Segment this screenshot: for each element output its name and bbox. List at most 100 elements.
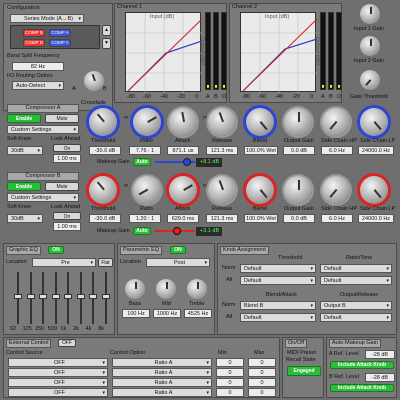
ext-source-select[interactable]: OFF bbox=[8, 368, 108, 377]
ka-threshold-alt-select[interactable]: Default bbox=[240, 276, 316, 285]
comp-a-release-knob[interactable] bbox=[208, 108, 236, 136]
comp-a-attack-value[interactable]: 871.1 us bbox=[167, 146, 199, 155]
external-control-off-button[interactable]: OFF bbox=[58, 339, 76, 347]
parametric-eq-on-button[interactable]: ON bbox=[170, 246, 186, 254]
comp-b-makeup-auto-button[interactable]: Auto bbox=[133, 227, 151, 235]
comp-a-attack-knob[interactable] bbox=[169, 108, 197, 136]
ext-source-select[interactable]: OFF bbox=[8, 378, 108, 387]
input-2-gain-knob[interactable] bbox=[360, 36, 380, 56]
ext-max-input[interactable]: 0 bbox=[248, 378, 276, 387]
ka-ratio-alt-select[interactable]: Default bbox=[320, 276, 392, 285]
comp-a-enable-button[interactable]: Enable bbox=[7, 114, 41, 123]
comp-a-blend-knob[interactable] bbox=[246, 108, 274, 136]
peq-bass-value[interactable]: 100 Hz bbox=[122, 309, 150, 318]
peq-bass-knob[interactable] bbox=[125, 279, 145, 299]
ext-option-select[interactable]: Ratio A bbox=[112, 378, 212, 387]
comp-b-attack-value[interactable]: 629.0 ms bbox=[167, 214, 199, 223]
series-mode-select[interactable]: Series Mode (A→B) bbox=[10, 14, 84, 23]
comp-a-look-ahead-input[interactable]: 1.00 ms bbox=[53, 154, 81, 163]
comp-a-ratio-knob[interactable] bbox=[133, 108, 161, 136]
ka-ratio-norm-select[interactable]: Default bbox=[320, 264, 392, 273]
ext-min-input[interactable]: 0 bbox=[216, 388, 244, 397]
amg-a-ref-input[interactable]: -28 dB bbox=[365, 350, 395, 359]
amg-a-include-attack-button[interactable]: Include Attack Knob bbox=[330, 361, 394, 369]
parametric-eq-location-select[interactable]: Post bbox=[146, 258, 210, 267]
ka-output-alt-select[interactable]: Default bbox=[320, 313, 392, 322]
ext-option-select[interactable]: Ratio A bbox=[112, 368, 212, 377]
peq-treble-value[interactable]: 4525 Hz bbox=[184, 309, 212, 318]
config-scroll-down[interactable]: ▼ bbox=[102, 38, 111, 49]
ka-output-norm-select[interactable]: Output B bbox=[320, 301, 392, 310]
comp-a-ratio-value[interactable]: 7.76 : 1 bbox=[129, 146, 161, 155]
graphic-eq-location-select[interactable]: Pre bbox=[32, 258, 96, 267]
comp-b-look-ahead-input[interactable]: 1.00 ms bbox=[53, 222, 81, 231]
midi-engaged-button[interactable]: Engaged bbox=[287, 366, 321, 376]
comp-b-block[interactable]: COMP B bbox=[23, 29, 45, 37]
comp-b-look-ahead-on[interactable]: On bbox=[53, 212, 81, 220]
ext-max-input[interactable]: 0 bbox=[248, 388, 276, 397]
geq-slider-thumb[interactable] bbox=[39, 294, 47, 299]
comp-a-release-value[interactable]: 121.3 ms bbox=[206, 146, 238, 155]
config-scroll-up[interactable]: ▲ bbox=[102, 25, 111, 36]
comp-a-threshold-value[interactable]: -30.0 dB bbox=[89, 146, 121, 155]
comp-a-block-2[interactable]: COMP A bbox=[49, 39, 71, 47]
comp-b-attack-knob[interactable] bbox=[169, 176, 197, 204]
comp-a-link-icon-1[interactable]: ∞ bbox=[120, 114, 132, 122]
comp-a-look-ahead-on[interactable]: On bbox=[53, 144, 81, 152]
geq-slider-thumb[interactable] bbox=[89, 294, 97, 299]
ext-min-input[interactable]: 0 bbox=[216, 358, 244, 367]
comp-b-sc-lp-value[interactable]: 24000.0 Hz bbox=[358, 214, 394, 223]
ext-max-input[interactable]: 0 bbox=[248, 358, 276, 367]
comp-b-threshold-value[interactable]: -30.0 dB bbox=[89, 214, 121, 223]
comp-a-sc-lp-value[interactable]: 24000.0 Hz bbox=[358, 146, 394, 155]
comp-b-sc-hp-value[interactable]: 6.0 Hz bbox=[321, 214, 353, 223]
ka-threshold-norm-select[interactable]: Default bbox=[240, 264, 316, 273]
graphic-eq-on-button[interactable]: ON bbox=[48, 246, 64, 254]
ka-blend-norm-select[interactable]: Blend B bbox=[240, 301, 316, 310]
ext-min-input[interactable]: 0 bbox=[216, 378, 244, 387]
peq-mid-value[interactable]: 1000 Hz bbox=[153, 309, 181, 318]
band-split-input[interactable]: 82 Hz bbox=[12, 62, 64, 71]
comp-a-blend-value[interactable]: 100.0% Wet bbox=[244, 146, 278, 155]
ka-blend-alt-select[interactable]: Default bbox=[240, 313, 316, 322]
comp-a-sc-hp-value[interactable]: 6.0 Hz bbox=[321, 146, 353, 155]
comp-b-enable-button[interactable]: Enable bbox=[7, 182, 41, 191]
comp-b-release-knob[interactable] bbox=[208, 176, 236, 204]
geq-slider-thumb[interactable] bbox=[64, 294, 72, 299]
comp-b-output-gain-value[interactable]: 0.0 dB bbox=[283, 214, 315, 223]
comp-a-mute-button[interactable]: Mute bbox=[45, 114, 79, 123]
comp-a-output-gain-knob[interactable] bbox=[284, 108, 312, 136]
peq-treble-knob[interactable] bbox=[187, 279, 207, 299]
ext-max-input[interactable]: 0 bbox=[248, 368, 276, 377]
comp-a-side-chain-hp-knob[interactable] bbox=[322, 108, 350, 136]
comp-b-link-icon-1[interactable]: ∞ bbox=[120, 182, 132, 190]
input-1-gain-knob[interactable] bbox=[360, 4, 380, 24]
geq-slider-thumb[interactable] bbox=[76, 294, 85, 299]
ext-min-input[interactable]: 0 bbox=[216, 368, 244, 377]
comp-a-side-chain-lp-knob[interactable] bbox=[360, 108, 388, 136]
comp-b-threshold-knob[interactable] bbox=[89, 176, 117, 204]
comp-b-makeup-slider-thumb[interactable] bbox=[173, 227, 181, 235]
comp-a-makeup-slider-thumb[interactable] bbox=[183, 158, 191, 166]
ext-source-select[interactable]: OFF bbox=[8, 358, 108, 367]
comp-b-release-value[interactable]: 121.3 ms bbox=[206, 214, 238, 223]
comp-b-blend-knob[interactable] bbox=[246, 176, 274, 204]
io-routing-select[interactable]: Auto-Detect bbox=[12, 81, 64, 90]
comp-b-custom-settings[interactable]: Custom Settings bbox=[7, 193, 79, 202]
geq-slider-thumb[interactable] bbox=[51, 294, 60, 299]
comp-a-soft-knee-select[interactable]: 30dB bbox=[7, 146, 43, 155]
ext-source-select[interactable]: OFF bbox=[8, 388, 108, 397]
comp-b-blend-value[interactable]: 100.0% Wet bbox=[244, 214, 278, 223]
comp-b-ratio-value[interactable]: 1.20 : 1 bbox=[129, 214, 161, 223]
comp-b-mute-button[interactable]: Mute bbox=[45, 182, 79, 191]
comp-a-custom-settings[interactable]: Custom Settings bbox=[7, 125, 79, 134]
comp-b-side-chain-hp-knob[interactable] bbox=[322, 176, 350, 204]
comp-b-side-chain-lp-knob[interactable] bbox=[360, 176, 388, 204]
comp-b-block-2[interactable]: COMP B bbox=[23, 39, 45, 47]
peq-mid-knob[interactable] bbox=[156, 279, 176, 299]
comp-a-block[interactable]: COMP A bbox=[49, 29, 71, 37]
geq-slider-thumb[interactable] bbox=[101, 294, 110, 299]
gate-threshold-knob[interactable] bbox=[360, 70, 380, 90]
geq-slider-thumb[interactable] bbox=[14, 294, 22, 299]
amg-b-include-attack-button[interactable]: Include Attack Knob bbox=[330, 384, 394, 392]
